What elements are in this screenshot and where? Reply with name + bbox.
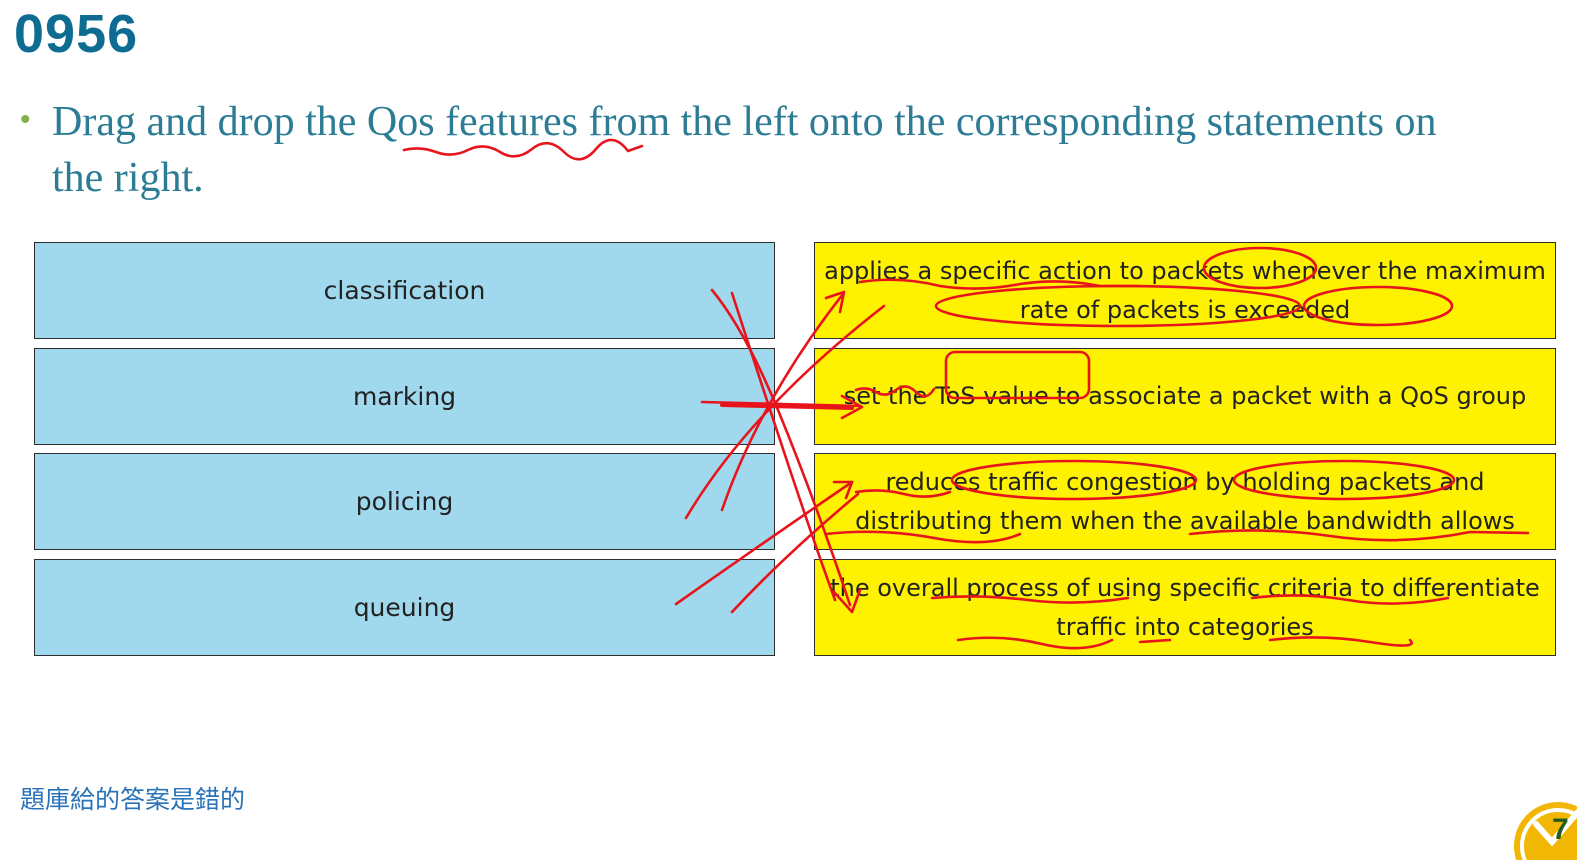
statement-queuing-target[interactable]: reduces traffic congestion by holding pa… xyxy=(814,453,1556,550)
feature-marking[interactable]: marking xyxy=(34,348,775,445)
slide-number: 0956 xyxy=(14,4,139,64)
feature-policing[interactable]: policing xyxy=(34,453,775,550)
statement-classification-target[interactable]: the overall process of using specific cr… xyxy=(814,559,1556,656)
statement-marking-target[interactable]: set the ToS value to associate a packet … xyxy=(814,348,1556,445)
page-number: 7 xyxy=(1552,813,1569,846)
bullet-marker: • xyxy=(20,103,31,136)
instruction-text: Drag and drop the Qos features from the … xyxy=(52,99,1437,201)
feature-classification[interactable]: classification xyxy=(34,242,775,339)
footer-note: 題庫給的答案是錯的 xyxy=(20,785,246,814)
statement-policing-target[interactable]: applies a specific action to packets whe… xyxy=(814,242,1556,339)
annotation-line-2 xyxy=(730,291,837,602)
feature-queuing[interactable]: queuing xyxy=(34,559,775,656)
corner-logo: 7 xyxy=(1508,790,1577,860)
